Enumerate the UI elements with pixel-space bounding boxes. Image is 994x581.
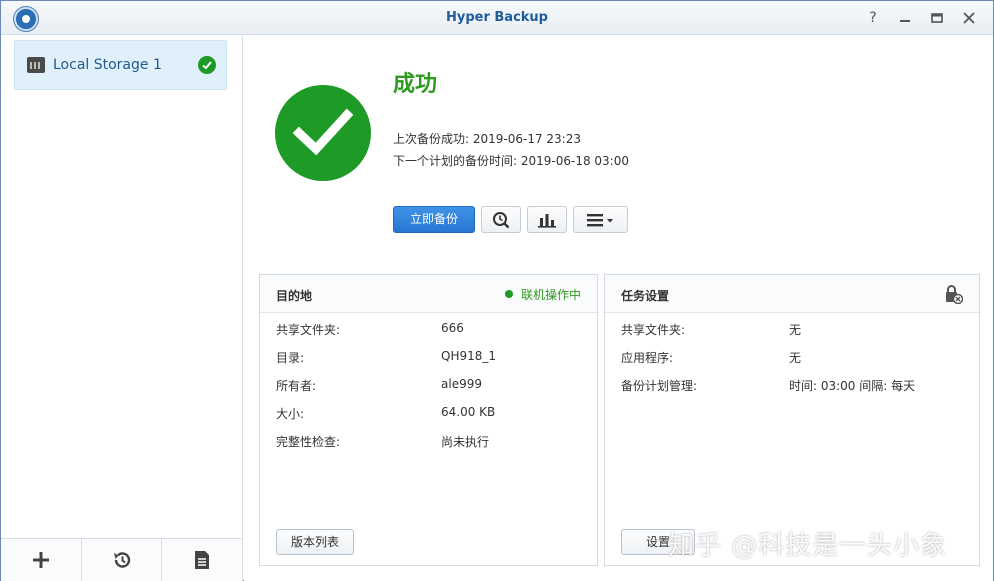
sidebar-item-label: Local Storage 1 xyxy=(53,57,162,73)
sidebar-toolbar xyxy=(1,538,242,581)
row-value: 无 xyxy=(789,323,802,337)
success-check-icon xyxy=(198,56,216,74)
log-button[interactable] xyxy=(162,539,242,581)
row-key: 共享文件夹: xyxy=(276,323,341,337)
storage-device-icon xyxy=(27,57,45,73)
task-row: 备份计划管理: 时间: 03:00 间隔: 每天 xyxy=(621,377,915,394)
row-key: 大小: xyxy=(276,407,305,421)
online-status-dot-icon xyxy=(504,290,513,298)
row-key: 应用程序: xyxy=(621,351,674,365)
row-value: QH918_1 xyxy=(441,349,497,363)
row-value: 时间: 03:00 间隔: 每天 xyxy=(789,379,916,393)
destination-panel-header: 目的地 联机操作中 xyxy=(260,275,597,313)
destination-row: 目录: QH918_1 xyxy=(276,349,496,366)
title-bar: Hyper Backup ? xyxy=(1,1,993,35)
destination-status: 联机操作中 xyxy=(504,286,581,303)
watermark-text: 知乎 @科技是一头小象 xyxy=(668,531,948,561)
destination-row: 大小: 64.00 KB xyxy=(276,405,495,422)
task-settings-header: 任务设置 xyxy=(605,275,979,313)
action-menu-button[interactable] xyxy=(573,206,628,233)
minimize-icon[interactable] xyxy=(895,8,915,28)
clock-search-icon xyxy=(493,211,510,228)
destination-row: 共享文件夹: 666 xyxy=(276,321,464,338)
task-settings-panel: 任务设置 共享文件夹: 无 应用程序: 无 备份计划管理: 时间: 03:00 间隔:… xyxy=(604,274,980,566)
window-title: Hyper Backup xyxy=(445,10,548,25)
help-icon[interactable]: ? xyxy=(863,8,883,28)
sidebar: Local Storage 1 xyxy=(1,36,243,581)
maximize-icon[interactable] xyxy=(927,8,947,28)
last-backup-text: 上次备份成功: 2019-06-17 23:23 xyxy=(393,132,581,146)
row-value: 666 xyxy=(441,321,464,335)
destination-status-text: 联机操作中 xyxy=(520,288,581,302)
destination-panel: 目的地 联机操作中 共享文件夹: 666 目录: QH918_1 所有者: ale99… xyxy=(259,274,598,566)
restore-icon xyxy=(113,552,130,568)
version-list-button[interactable]: 版本列表 xyxy=(276,529,355,555)
backup-now-button[interactable]: 立即备份 xyxy=(393,206,475,233)
status-title: 成功 xyxy=(393,72,438,97)
log-icon xyxy=(195,551,210,569)
row-key: 备份计划管理: xyxy=(621,379,698,393)
row-value: 64.00 KB xyxy=(441,405,496,419)
add-icon xyxy=(32,552,49,568)
menu-dropdown-icon xyxy=(586,213,613,226)
lock-icon[interactable] xyxy=(943,284,964,307)
statistics-button[interactable] xyxy=(527,206,567,233)
sidebar-item-local-storage-1[interactable]: Local Storage 1 xyxy=(14,40,227,90)
row-value: ale999 xyxy=(441,377,482,391)
row-key: 目录: xyxy=(276,351,305,365)
destination-row: 所有者: ale999 xyxy=(276,377,482,394)
row-key: 完整性检查: xyxy=(276,435,341,449)
destination-row: 完整性检查: 尚未执行 xyxy=(276,433,489,450)
task-row: 应用程序: 无 xyxy=(621,349,801,366)
main-panel: 成功 上次备份成功: 2019-06-17 23:23 下一个计划的备份时间: … xyxy=(244,36,993,581)
next-backup-text: 下一个计划的备份时间: 2019-06-18 03:00 xyxy=(393,154,629,168)
restore-button[interactable] xyxy=(82,539,163,581)
row-key: 共享文件夹: xyxy=(621,323,686,337)
close-icon[interactable] xyxy=(959,8,979,28)
row-value: 尚未执行 xyxy=(441,435,490,449)
backup-explorer-button[interactable] xyxy=(481,206,521,233)
row-value: 无 xyxy=(789,351,802,365)
row-key: 所有者: xyxy=(276,379,317,393)
bar-chart-icon xyxy=(538,213,556,228)
add-task-button[interactable] xyxy=(1,539,82,581)
status-success-icon xyxy=(275,85,371,181)
app-window: Hyper Backup ? Local Storage 1 成功 上次备份成功… xyxy=(0,0,994,581)
task-settings-title: 任务设置 xyxy=(621,289,670,303)
destination-title: 目的地 xyxy=(276,289,313,303)
task-row: 共享文件夹: 无 xyxy=(621,321,801,338)
